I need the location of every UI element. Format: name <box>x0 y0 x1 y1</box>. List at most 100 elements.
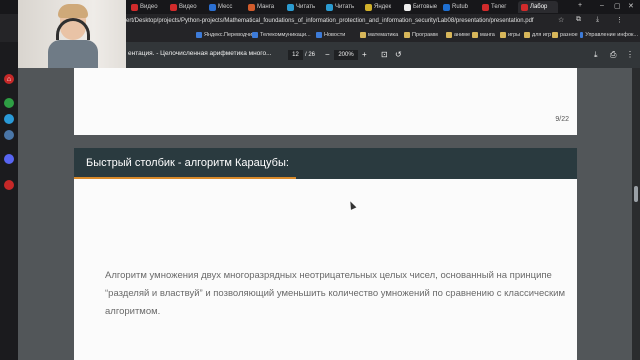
menu-icon[interactable]: ⋮ <box>616 16 623 24</box>
telegram-icon[interactable] <box>4 114 14 124</box>
webcam-overlay <box>18 0 126 68</box>
zoom-input[interactable]: 200% <box>334 50 358 60</box>
github-icon <box>404 3 411 11</box>
bookmark-label: Телекоммуникаци... <box>260 32 311 38</box>
pdf-viewport[interactable]: 9/22 Быстрый столбик - алгоритм Карацубы… <box>18 68 632 360</box>
bookmark-label: манга <box>480 32 495 38</box>
minimize-icon[interactable]: – <box>600 2 604 9</box>
tab-label: Читать <box>335 4 355 10</box>
slide-title: Быстрый столбик - алгоритм Карацубы: <box>86 157 289 169</box>
tab-4[interactable]: Манга <box>245 1 283 13</box>
bookmark-label: Управление инфок... <box>585 32 638 38</box>
messenger-icon <box>209 3 216 11</box>
pdf-page-previous: 9/22 <box>74 68 577 135</box>
webcam-person-body <box>48 40 98 68</box>
tab-label: Лабор <box>530 4 548 10</box>
youtube-icon <box>131 3 138 11</box>
tab-7[interactable]: Яндек <box>362 1 400 13</box>
bookmark-folder[interactable]: Программ <box>404 30 438 40</box>
zoom-in-button[interactable]: + <box>362 50 367 60</box>
url-field[interactable]: ert/Desktop/projects/Python-projects/Mat… <box>126 16 534 26</box>
tab-label: Телег <box>491 4 507 10</box>
browser-window: Видео Видео Месс Манга Читать Читать Янд… <box>0 0 640 360</box>
site-icon <box>252 32 258 38</box>
tab-label: Видео <box>179 4 197 10</box>
yandex-icon <box>365 3 372 11</box>
tab-3[interactable]: Месс <box>206 1 244 13</box>
tab-2[interactable]: Видео <box>167 1 205 13</box>
star-icon[interactable]: ☆ <box>558 16 564 24</box>
bookmark-label: для игр <box>532 32 552 38</box>
print-icon[interactable]: ⎙ <box>610 50 616 60</box>
site-icon <box>580 32 584 38</box>
tab-label: Яндек <box>374 4 392 10</box>
folder-icon <box>404 32 410 38</box>
folder-icon <box>446 32 452 38</box>
close-icon[interactable]: ✕ <box>628 2 634 10</box>
bookmark-folder[interactable]: манга <box>472 30 495 40</box>
folder-icon <box>552 32 558 38</box>
folder-icon <box>360 32 366 38</box>
rotate-icon[interactable]: ↺ <box>395 50 402 60</box>
bookmark-folder[interactable]: аниме <box>446 30 470 40</box>
bookmark-folder[interactable]: для игр <box>524 30 551 40</box>
rutube-icon <box>443 3 450 11</box>
bookmark-label: аниме <box>454 32 471 38</box>
more-options-icon[interactable]: ⋮ <box>626 50 634 60</box>
tab-active[interactable]: Лабор <box>518 1 558 13</box>
bookmark-label: Программ <box>412 32 438 38</box>
tab-label: Битовые <box>413 4 438 10</box>
slide-header: Быстрый столбик - алгоритм Карацубы: <box>74 148 577 179</box>
document-title: ентация. - Целочисленная арифметика мног… <box>128 50 272 57</box>
manga-icon <box>248 3 255 11</box>
book-icon <box>326 3 333 11</box>
tab-8[interactable]: Битовые <box>401 1 439 13</box>
download-icon[interactable]: ⤓ <box>596 16 599 24</box>
vertical-scrollbar[interactable] <box>632 68 640 360</box>
fit-page-icon[interactable]: ⊡ <box>381 50 388 60</box>
maximize-icon[interactable]: ▢ <box>614 2 621 10</box>
bookmark-folder[interactable]: игры <box>500 30 520 40</box>
tab-label: Rutub <box>452 4 469 10</box>
browser-sidebar: ⌂ <box>0 42 18 360</box>
slide-title-underline <box>74 177 296 179</box>
news-icon <box>316 32 322 38</box>
scrollbar-thumb[interactable] <box>634 186 638 202</box>
youtube-icon <box>170 3 177 11</box>
bookmark-item[interactable]: Новости <box>316 30 345 40</box>
history-icon[interactable] <box>4 180 14 190</box>
bookmark-item[interactable]: Яндекс.Переводчик <box>196 30 255 40</box>
pdf-page-current: Быстрый столбик - алгоритм Карацубы: Алг… <box>74 148 577 360</box>
slide-number: 9/22 <box>555 116 569 123</box>
app-logo-icon[interactable]: ⌂ <box>4 74 14 84</box>
bookmark-folder[interactable]: математика <box>360 30 398 40</box>
extensions-icon[interactable]: ⧉ <box>576 16 581 24</box>
tab-1[interactable]: Видео <box>128 1 166 13</box>
whatsapp-icon[interactable] <box>4 98 14 108</box>
bookmark-label: математика <box>368 32 399 38</box>
discord-icon[interactable] <box>4 154 14 164</box>
download-icon[interactable]: ⤓ <box>594 50 598 60</box>
folder-icon <box>500 32 506 38</box>
bookmark-label: разное <box>560 32 578 38</box>
page-number-input[interactable]: 12 <box>288 50 303 60</box>
tab-10[interactable]: Телег <box>479 1 517 13</box>
new-tab-icon[interactable]: + <box>578 2 582 9</box>
slide-body-text: Алгоритм умножения двух многоразрядных н… <box>105 270 566 317</box>
bookmark-item[interactable]: Управление инфок... <box>580 30 638 40</box>
tv-icon <box>482 3 489 11</box>
page-count: / 26 <box>305 52 316 58</box>
folder-icon <box>472 32 478 38</box>
tab-6[interactable]: Читать <box>323 1 361 13</box>
bookmark-label: Яндекс.Переводчик <box>204 32 255 38</box>
tab-label: Месс <box>218 4 233 10</box>
tab-5[interactable]: Читать <box>284 1 322 13</box>
zoom-out-button[interactable]: − <box>325 50 330 60</box>
bookmark-item[interactable]: Телекоммуникаци... <box>252 30 311 40</box>
book-icon <box>287 3 294 11</box>
tab-9[interactable]: Rutub <box>440 1 478 13</box>
bookmark-folder[interactable]: разное <box>552 30 578 40</box>
webcam-person-hair <box>58 4 88 18</box>
pdf-icon <box>521 3 528 11</box>
vk-icon[interactable] <box>4 130 14 140</box>
